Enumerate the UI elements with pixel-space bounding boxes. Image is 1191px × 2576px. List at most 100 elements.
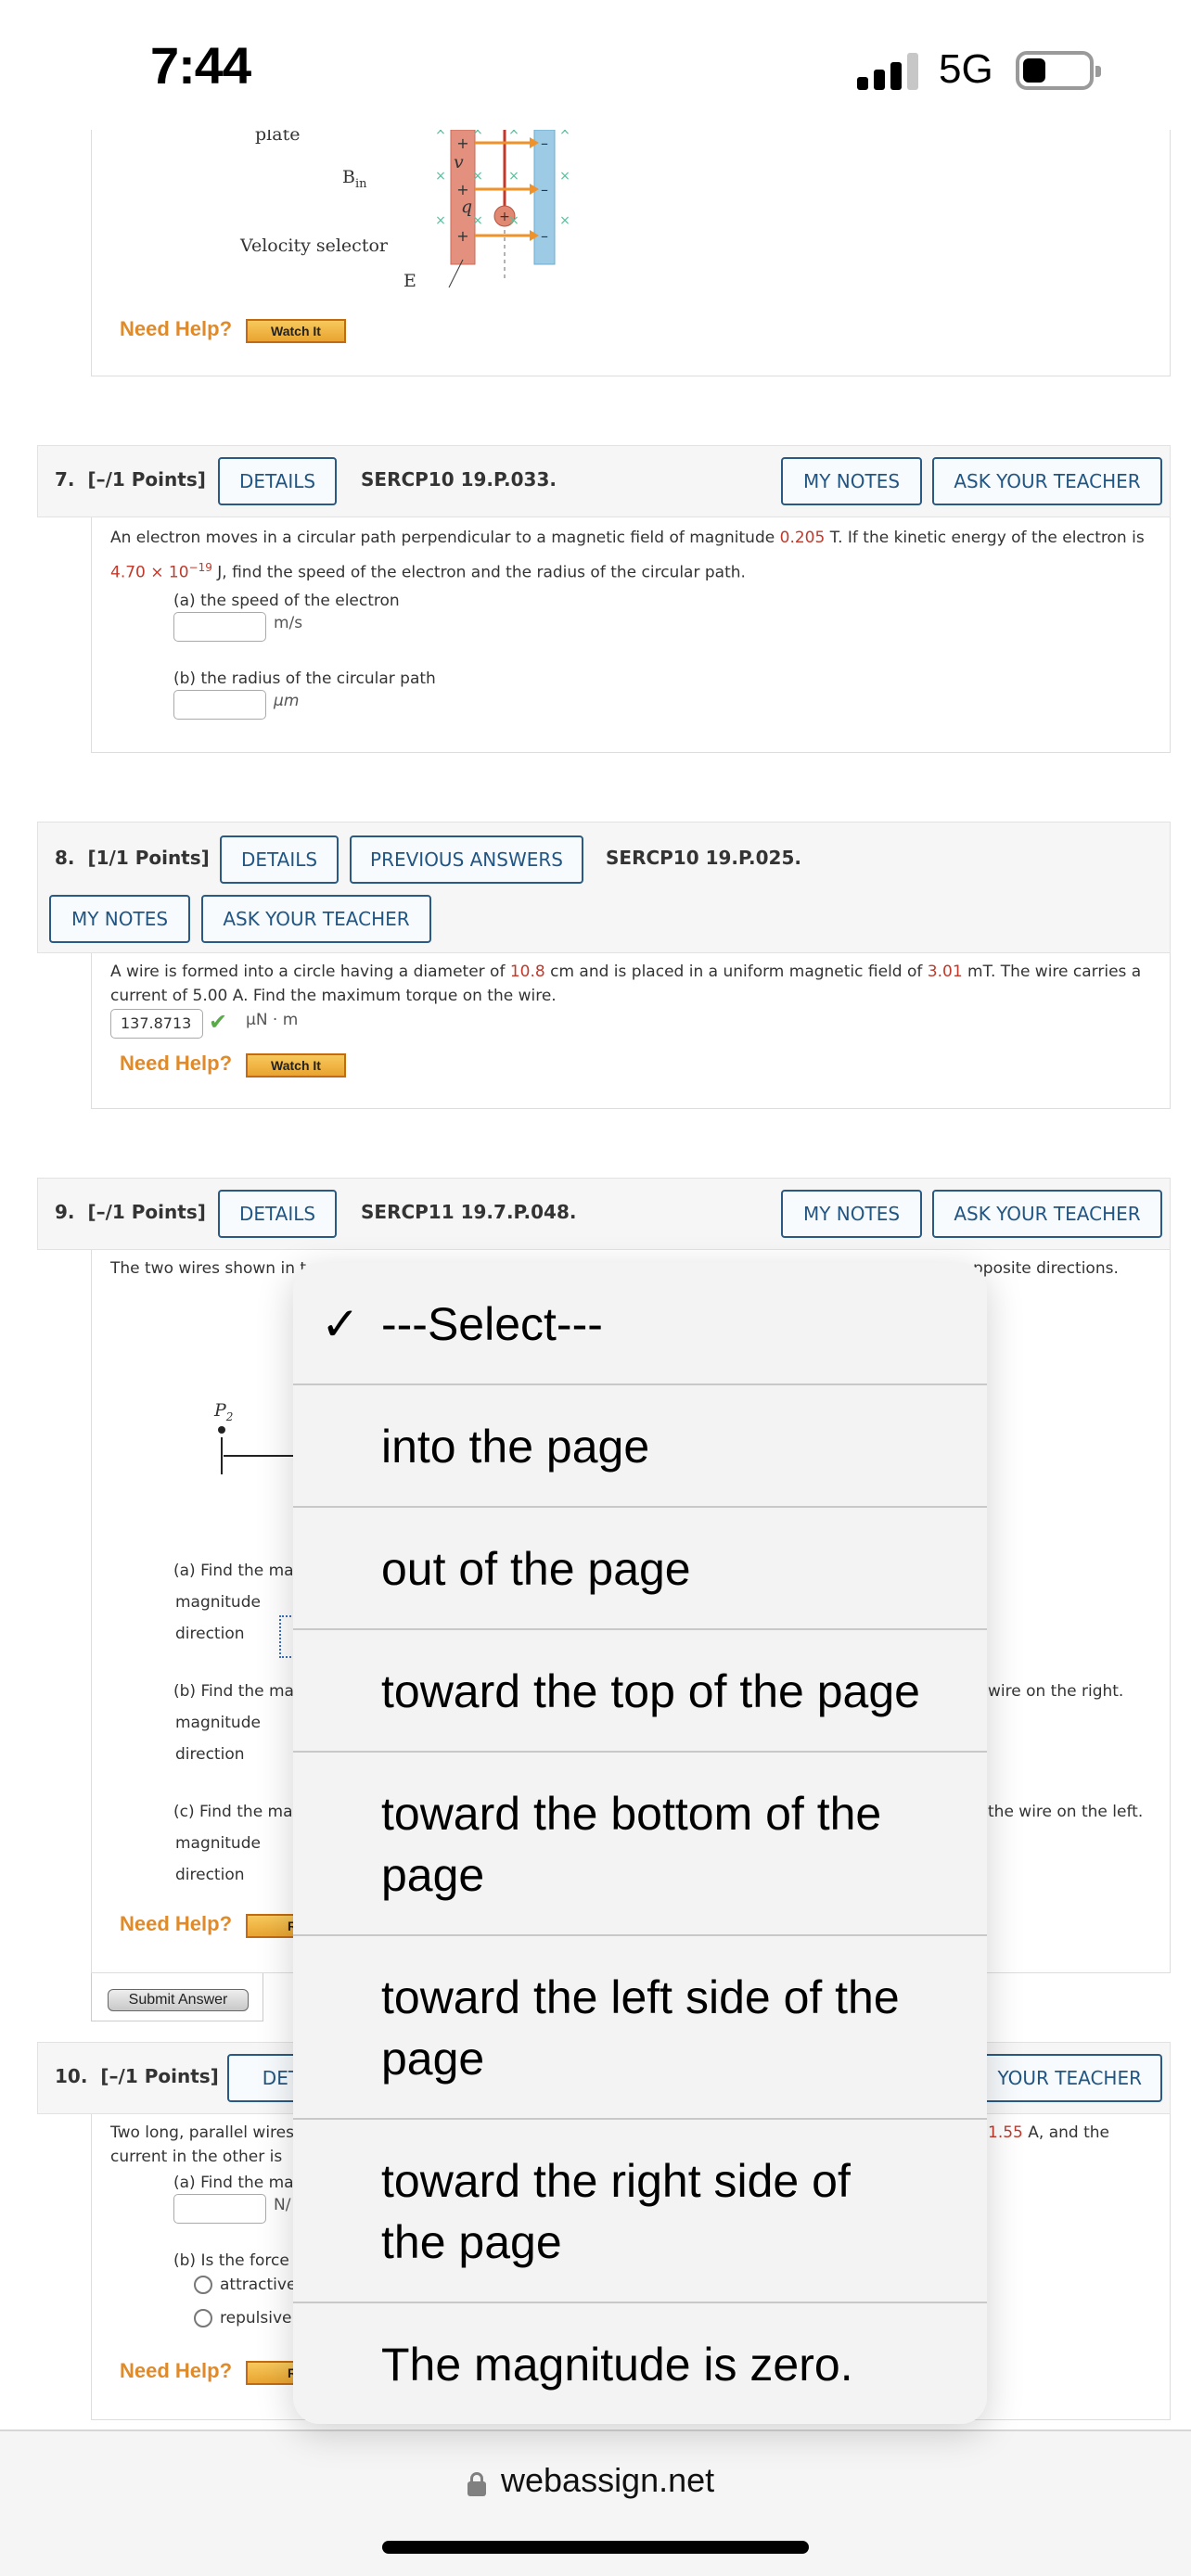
- velocity-selector-figure: + +++––– × × × ×× × × ×× × × ×: [435, 123, 570, 288]
- figure-label-velocity-selector: Velocity selector: [240, 236, 388, 256]
- svg-text:–: –: [541, 227, 548, 245]
- my-notes-button[interactable]: MY NOTES: [781, 1190, 922, 1238]
- radio-attractive[interactable]: [194, 2276, 212, 2294]
- question-7-header: 7. [–/1 Points] DETAILS SERCP10 19.P.033…: [37, 445, 1171, 517]
- question-code: SERCP11 19.7.P.048.: [361, 1201, 577, 1223]
- picker-option[interactable]: into the page: [293, 1385, 987, 1508]
- need-help-label: Need Help?: [120, 2359, 233, 2382]
- radius-unit: μm: [274, 692, 300, 710]
- question-text-value: 1.55 A, and the: [988, 2123, 1109, 2142]
- question-code: SERCP10 19.P.025.: [606, 847, 801, 869]
- picker-option[interactable]: ✓ ---Select---: [293, 1263, 987, 1385]
- wire-line: [221, 1437, 223, 1474]
- direction-label-b: direction: [175, 1745, 245, 1764]
- figure-label-velocity: v: [454, 152, 464, 172]
- question-text: An electron moves in a circular path per…: [110, 529, 1145, 547]
- question-9-header: 9. [–/1 Points] DETAILS SERCP11 19.7.P.0…: [37, 1178, 1171, 1250]
- svg-text:×: ×: [559, 169, 570, 184]
- question-text-line2: 4.70 × 10−19 J, find the speed of the el…: [110, 561, 746, 582]
- svg-text:×: ×: [472, 169, 483, 184]
- part-a-label: (a) Find the ma: [173, 1562, 294, 1580]
- picker-option[interactable]: toward the bottom of the page: [293, 1753, 987, 1936]
- watch-it-button[interactable]: Watch It: [246, 1053, 346, 1078]
- need-help-label: Need Help?: [120, 317, 233, 340]
- direction-select-picker: ✓ ---Select--- into the page out of the …: [293, 1263, 987, 2424]
- torque-input[interactable]: 137.8713: [110, 1009, 203, 1039]
- direction-label-c: direction: [175, 1866, 245, 1884]
- radius-input[interactable]: [173, 690, 266, 720]
- checkmark-icon: ✓: [321, 1298, 360, 1350]
- magnitude-label-a: magnitude: [175, 1593, 261, 1612]
- correct-check-icon: ✔: [209, 1009, 228, 1035]
- need-help-label: Need Help?: [120, 1052, 233, 1075]
- magnitude-label-b: magnitude: [175, 1714, 261, 1732]
- svg-text:+: +: [456, 134, 468, 152]
- status-bar: 7:44 5G: [0, 0, 1191, 130]
- url-text[interactable]: webassign.net: [501, 2461, 714, 2500]
- picker-option[interactable]: toward the top of the page: [293, 1630, 987, 1753]
- question-code: SERCP10 19.P.033.: [361, 468, 557, 491]
- speed-unit: m/s: [274, 614, 303, 632]
- svg-text:×: ×: [508, 169, 519, 184]
- battery-icon: [1016, 51, 1101, 90]
- home-indicator[interactable]: [382, 2541, 809, 2554]
- distance-arrow: [224, 1455, 298, 1457]
- my-notes-button[interactable]: MY NOTES: [49, 895, 190, 943]
- question-number: 7. [–/1 Points]: [55, 468, 206, 491]
- direction-label-a: direction: [175, 1625, 245, 1643]
- details-button[interactable]: DETAILS: [218, 457, 337, 505]
- svg-text:×: ×: [508, 213, 519, 228]
- need-help-label: Need Help?: [120, 1912, 233, 1935]
- network-type: 5G: [939, 46, 993, 92]
- radio-repulsive[interactable]: [194, 2309, 212, 2327]
- point-p2-label: P2: [214, 1400, 234, 1423]
- part-c-label: (c) Find the ma: [173, 1803, 293, 1821]
- question-number: 10. [–/1 Points]: [55, 2065, 219, 2087]
- svg-text:×: ×: [435, 169, 446, 184]
- figure-label-charge: q: [461, 197, 473, 217]
- my-notes-button[interactable]: MY NOTES: [781, 457, 922, 505]
- question-8-body: A wire is formed into a circle having a …: [91, 953, 1171, 1109]
- picker-option[interactable]: toward the right side of the page: [293, 2120, 987, 2303]
- question-8-header: 8. [1/1 Points] DETAILS PREVIOUS ANSWERS…: [37, 822, 1171, 953]
- picker-option[interactable]: out of the page: [293, 1508, 987, 1630]
- question-text-end: pposite directions.: [973, 1259, 1119, 1278]
- previous-answers-button[interactable]: PREVIOUS ANSWERS: [350, 835, 583, 884]
- watch-it-button[interactable]: Watch It: [246, 319, 346, 343]
- part-b-label: (b) Find the ma: [173, 1682, 294, 1701]
- picker-option[interactable]: toward the left side of the page: [293, 1936, 987, 2120]
- submit-answer-button[interactable]: Submit Answer: [108, 1989, 249, 2011]
- ask-your-teacher-button[interactable]: ASK YOUR TEACHER: [932, 457, 1162, 505]
- picker-option[interactable]: The magnitude is zero.: [293, 2303, 987, 2424]
- svg-text:+: +: [456, 227, 468, 245]
- svg-text:×: ×: [472, 213, 483, 228]
- radio-repulsive-label: repulsive: [220, 2309, 292, 2327]
- question-7-body: An electron moves in a circular path per…: [91, 517, 1171, 753]
- question-6-body: + + + + – – – × × × × × × × × × × × × plate Bin v q Velo…: [91, 93, 1171, 376]
- lock-icon: [467, 2472, 486, 2496]
- ask-your-teacher-button[interactable]: ASK YOUR TEACHER: [932, 1190, 1162, 1238]
- speed-input[interactable]: [173, 612, 266, 642]
- details-button[interactable]: DETAILS: [218, 1190, 337, 1238]
- force-input[interactable]: [173, 2194, 266, 2224]
- force-unit: N/: [274, 2196, 291, 2214]
- part-c-label-end: the wire on the left.: [988, 1803, 1144, 1821]
- details-button[interactable]: DETAILS: [220, 835, 339, 884]
- question-number: 8. [1/1 Points]: [55, 847, 210, 869]
- part-b-label-end: wire on the right.: [988, 1682, 1124, 1701]
- question-number: 9. [–/1 Points]: [55, 1201, 206, 1223]
- question-text-line2: current of 5.00 A. Find the maximum torq…: [110, 987, 557, 1005]
- cellular-signal-icon: [857, 51, 920, 90]
- svg-text:–: –: [541, 181, 548, 198]
- ask-your-teacher-button[interactable]: ASK YOUR TEACHER: [201, 895, 431, 943]
- clock: 7:44: [150, 36, 251, 95]
- question-text-start: The two wires shown in t: [110, 1259, 307, 1278]
- point-p2-dot: [218, 1426, 225, 1434]
- svg-text:×: ×: [435, 213, 446, 228]
- svg-text:–: –: [541, 134, 548, 152]
- torque-unit: μN · m: [246, 1011, 299, 1029]
- radio-attractive-label: attractive: [220, 2276, 297, 2294]
- magnitude-label-c: magnitude: [175, 1834, 261, 1853]
- browser-url-bar[interactable]: webassign.net: [0, 2429, 1191, 2576]
- svg-text:×: ×: [559, 213, 570, 228]
